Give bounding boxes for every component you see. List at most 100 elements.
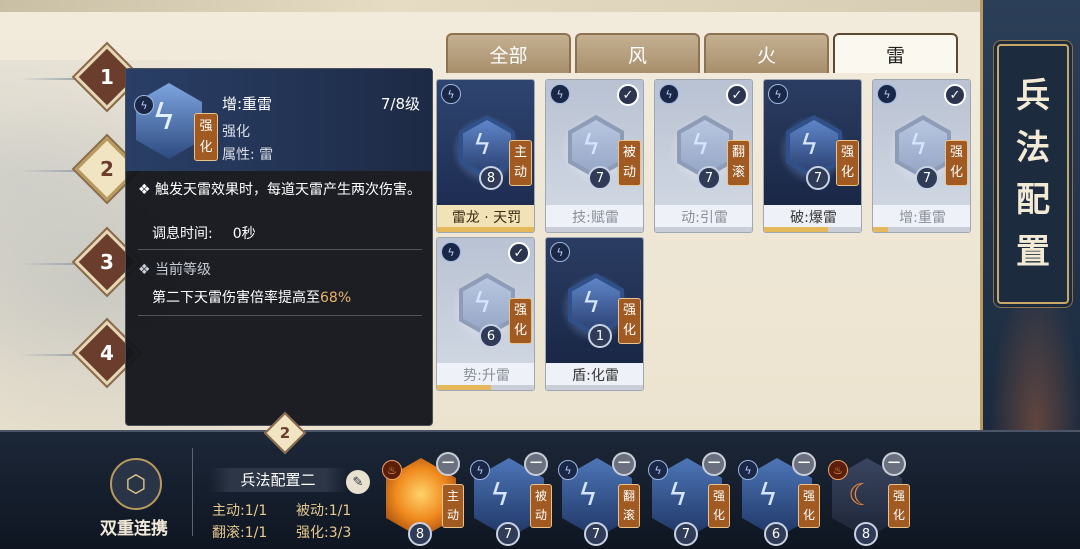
slot-level: 8 — [854, 522, 878, 546]
card-progress — [764, 227, 861, 232]
stat-passive: 被动:1/1 — [296, 503, 352, 519]
slot-type-tag: 被动 — [530, 484, 552, 528]
card-level: 1 — [588, 324, 612, 348]
stat-enhance: 强化:3/3 — [296, 525, 352, 541]
card-progress-fill — [437, 385, 492, 390]
skill-card[interactable]: ϟ ϟ 8 主动 雷龙 · 天罚 — [436, 79, 535, 233]
now-value: 68% — [320, 290, 352, 306]
title-char: 兵 — [1016, 76, 1050, 116]
skill-card[interactable]: ϟ ϟ ✓ 7 被动 技:赋雷 — [545, 79, 644, 233]
skill-card[interactable]: ϟ ϟ ✓ 7 翻滚 动:引雷 — [654, 79, 753, 233]
card-progress-fill — [873, 227, 888, 232]
cooldown-value: 0秒 — [232, 226, 256, 242]
effect-text: 触发天雷效果时，每道天雷产生两次伤害。 — [155, 182, 422, 198]
lightning-icon: ϟ — [470, 460, 490, 480]
current-level-effect: 第二下天雷伤害倍率提高至68% — [152, 287, 351, 307]
flame-art-icon: ☾ — [848, 478, 875, 513]
dual-link-icon[interactable]: ⬡ — [110, 458, 162, 510]
lightning-art-icon: ϟ — [490, 478, 510, 513]
equipped-skill-slot[interactable]: ♨ − 8 主动 — [380, 452, 464, 546]
minus-icon[interactable]: − — [612, 452, 636, 476]
card-level: 7 — [806, 166, 830, 190]
lightning-icon: ϟ — [877, 84, 897, 104]
current-level-heading: ❖ 当前等级 — [138, 259, 211, 279]
lightning-art-icon: ϟ — [800, 128, 819, 161]
title-sidebar: 兵 法 配 置 — [980, 0, 1080, 430]
equipped-skill-slot[interactable]: ϟ ϟ −7 强化 — [646, 452, 730, 546]
minus-icon[interactable]: − — [882, 452, 906, 476]
slot-number: 4 — [100, 341, 114, 365]
equipped-skill-slot[interactable]: ϟ ϟ −6 强化 — [736, 452, 820, 546]
skill-card[interactable]: ϟ ϟ 1 强化盾:化雷 — [545, 237, 644, 391]
slot-level: 6 — [764, 522, 788, 546]
config-number: 2 — [279, 424, 291, 442]
lightning-art-icon: ϟ — [668, 478, 688, 513]
card-progress — [437, 385, 534, 390]
lightning-icon: ϟ — [441, 242, 461, 262]
lightning-art-icon: ϟ — [473, 286, 492, 319]
lightning-icon: ϟ — [134, 95, 154, 115]
slot-level: 7 — [584, 522, 608, 546]
card-type-tag: 翻滚 — [727, 140, 750, 186]
card-type-tag: 强化 — [509, 298, 532, 344]
check-icon: ✓ — [508, 242, 530, 264]
card-name: 动:引雷 — [655, 205, 752, 229]
slot-type-tag: 强化 — [888, 484, 910, 528]
stat-dodge: 翻滚:1/1 — [212, 525, 268, 541]
bullet-icon: ❖ — [138, 182, 156, 198]
tab-all[interactable]: 全部 — [446, 33, 571, 73]
card-name: 盾:化雷 — [546, 363, 643, 387]
lightning-art-icon: ϟ — [473, 128, 492, 161]
tab-fire[interactable]: 火 — [704, 33, 829, 73]
flame-icon: ♨ — [828, 460, 848, 480]
card-name: 破:爆雷 — [764, 205, 861, 229]
element-tabs: 全部 风 火 雷 — [446, 33, 958, 73]
tab-thunder[interactable]: 雷 — [833, 33, 958, 73]
equipped-skill-slot[interactable]: ϟ ϟ −7 被动 — [468, 452, 552, 546]
skill-card[interactable]: ϟ ϟ ✓ 6 强化 势:升雷 — [436, 237, 535, 391]
loadout-bar: ⬡ 双重连携 2 兵法配置二 ✎ 主动:1/1 被动:1/1 翻滚:1/1 强化… — [0, 411, 1080, 549]
card-type-tag: 强化 — [836, 140, 859, 186]
skill-category: 强化 — [222, 124, 250, 140]
lightning-art-icon: ϟ — [691, 128, 710, 161]
slot-type-tag: 翻滚 — [618, 484, 640, 528]
skill-card[interactable]: ϟ ϟ 7 强化破:爆雷 — [763, 79, 862, 233]
stat-active: 主动:1/1 — [212, 503, 268, 519]
card-progress — [873, 227, 970, 232]
card-progress — [655, 227, 752, 232]
cooldown-row: 调息时间: 0秒 — [152, 223, 256, 243]
lightning-icon: ϟ — [550, 242, 570, 262]
slot-level: 8 — [408, 522, 432, 546]
lightning-art-icon: ϟ — [582, 286, 601, 319]
divider — [138, 249, 422, 250]
lightning-art-icon: ϟ — [152, 97, 176, 138]
slot-type-tag: 主动 — [442, 484, 464, 528]
tab-wind[interactable]: 风 — [575, 33, 700, 73]
lightning-icon: ϟ — [738, 460, 758, 480]
cooldown-label: 调息时间: — [152, 226, 213, 242]
slot-number: 1 — [100, 65, 114, 89]
now-text: 第二下天雷伤害倍率提高至 — [152, 290, 320, 306]
slot-line — [20, 263, 80, 265]
card-progress — [437, 227, 534, 232]
card-progress-fill — [764, 227, 829, 232]
lightning-art-icon: ϟ — [578, 478, 598, 513]
card-level: 7 — [588, 166, 612, 190]
card-type-tag: 强化 — [618, 298, 641, 344]
skill-card[interactable]: ϟ ϟ ✓ 7 强化 增:重雷 — [872, 79, 971, 233]
flame-icon: ♨ — [382, 460, 402, 480]
lightning-art-icon: ϟ — [582, 128, 601, 161]
equipped-skill-slot[interactable]: ϟ ϟ −7 翻滚 — [556, 452, 640, 546]
card-progress-fill — [437, 227, 534, 232]
minus-icon[interactable]: − — [792, 452, 816, 476]
card-name: 技:赋雷 — [546, 205, 643, 229]
lightning-icon: ϟ — [768, 84, 788, 104]
minus-icon[interactable]: − — [436, 452, 460, 476]
minus-icon[interactable]: − — [702, 452, 726, 476]
top-border — [0, 0, 980, 12]
minus-icon[interactable]: − — [524, 452, 548, 476]
skill-level: 7/8级 — [380, 95, 420, 113]
card-name: 雷龙 · 天罚 — [437, 205, 534, 229]
brush-icon[interactable]: ✎ — [346, 470, 370, 494]
equipped-skill-slot[interactable]: ☾ ♨ − 8 强化 — [826, 452, 910, 546]
